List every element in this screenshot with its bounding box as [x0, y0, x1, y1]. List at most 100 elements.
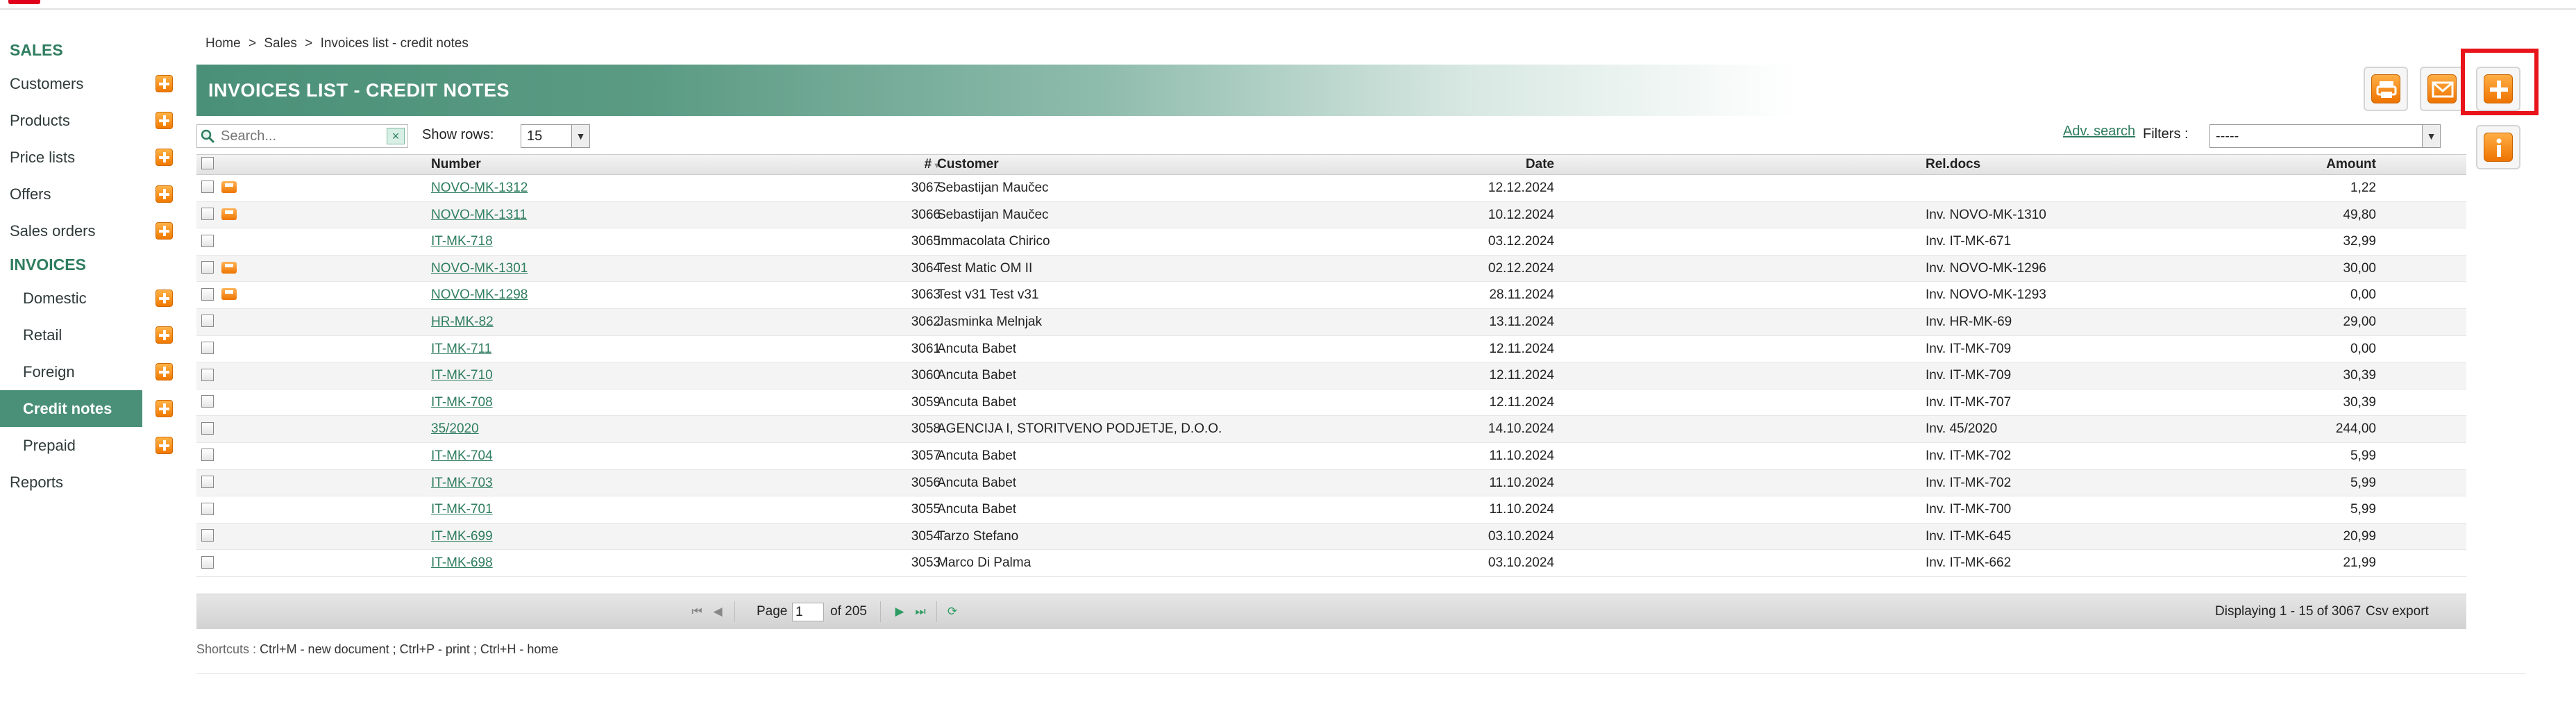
row-id: 3065	[911, 234, 941, 249]
invoice-number-link[interactable]: IT-MK-710	[431, 362, 493, 389]
sidebar-item-credit-notes[interactable]: Credit notes	[0, 390, 173, 427]
last-page-icon[interactable]: ⏭	[913, 604, 928, 619]
add-product-plus-icon[interactable]	[155, 112, 173, 129]
invoice-number-link[interactable]: IT-MK-699	[431, 524, 493, 550]
table-row[interactable]: 3057 IT-MK-704 11.10.2024 Ancuta Babet Inv. …	[196, 443, 2466, 470]
invoice-number-link[interactable]: IT-MK-704	[431, 443, 493, 469]
add-domestic-plus-icon[interactable]	[155, 290, 173, 307]
adv-search-link[interactable]: Adv. search	[2063, 124, 2135, 140]
add-price-list-plus-icon[interactable]	[155, 149, 173, 166]
add-retail-plus-icon[interactable]	[155, 326, 173, 344]
table-row[interactable]: 3055 IT-MK-701 11.10.2024 Ancuta Babet Inv. …	[196, 496, 2466, 524]
invoice-number-link[interactable]: IT-MK-718	[431, 228, 493, 255]
add-customer-plus-icon[interactable]	[155, 75, 173, 92]
invoice-number-link[interactable]: IT-MK-703	[431, 470, 493, 496]
invoice-number-link[interactable]: IT-MK-701	[431, 496, 493, 523]
add-credit-note-plus-icon[interactable]	[155, 400, 173, 417]
sidebar-item-prepaid[interactable]: Prepaid	[0, 427, 180, 464]
table-row[interactable]: 3065 IT-MK-718 03.12.2024 Immacolata Chiric…	[196, 228, 2466, 256]
row-checkbox[interactable]	[201, 496, 214, 523]
row-checkbox[interactable]	[201, 362, 214, 389]
add-sales-order-plus-icon[interactable]	[155, 222, 173, 240]
sidebar-item-retail[interactable]: Retail	[0, 317, 180, 353]
next-page-icon[interactable]: ▶	[892, 604, 907, 619]
breadcrumb-home[interactable]: Home	[205, 36, 241, 51]
sidebar-item-price-lists[interactable]: Price lists	[0, 139, 180, 176]
column-header-id-label: #	[924, 157, 932, 171]
breadcrumb-sales[interactable]: Sales	[264, 36, 297, 51]
invoice-number-link[interactable]: IT-MK-711	[431, 336, 491, 362]
invoice-number-link[interactable]: HR-MK-82	[431, 309, 494, 335]
sidebar-item-foreign[interactable]: Foreign	[0, 353, 180, 390]
sidebar-item-products[interactable]: Products	[0, 102, 180, 139]
row-date: 03.10.2024	[1488, 528, 1554, 544]
invoice-number-link[interactable]: NOVO-MK-1312	[431, 175, 528, 201]
table-row[interactable]: 3067 NOVO-MK-1312 12.12.2024 Sebastijan Mau…	[196, 175, 2466, 202]
info-button[interactable]	[2476, 125, 2520, 169]
first-page-icon[interactable]: ⏮	[689, 604, 705, 619]
invoice-number-link[interactable]: NOVO-MK-1298	[431, 282, 528, 308]
page-input[interactable]: 1	[792, 603, 824, 621]
add-foreign-plus-icon[interactable]	[155, 363, 173, 380]
row-checkbox[interactable]	[201, 416, 214, 442]
row-rel-docs: Inv. IT-MK-662	[1926, 555, 2012, 571]
sidebar-item-domestic[interactable]: Domestic	[0, 280, 180, 317]
printed-icon	[221, 256, 237, 282]
row-checkbox[interactable]	[201, 202, 214, 228]
table-row[interactable]: 3062 HR-MK-82 13.11.2024 Jasminka Melnjak In…	[196, 308, 2466, 336]
row-checkbox[interactable]	[201, 443, 214, 469]
prev-page-icon[interactable]: ◀	[710, 604, 725, 619]
invoice-number-link[interactable]: IT-MK-698	[431, 550, 493, 576]
table-row[interactable]: 3059 IT-MK-708 12.11.2024 Ancuta Babet Inv. …	[196, 390, 2466, 417]
row-checkbox[interactable]	[201, 175, 214, 201]
row-checkbox[interactable]	[201, 470, 214, 496]
row-checkbox[interactable]	[201, 228, 214, 255]
row-customer: Ancuta Babet	[937, 368, 1017, 383]
row-id: 3059	[911, 394, 941, 410]
table-row[interactable]: 3054 IT-MK-699 03.10.2024 Tarzo Stefano Inv.…	[196, 523, 2466, 551]
row-checkbox[interactable]	[201, 309, 214, 335]
table-row[interactable]: 3056 IT-MK-703 11.10.2024 Ancuta Babet Inv. …	[196, 469, 2466, 497]
column-header-amount[interactable]: Amount	[2326, 155, 2376, 174]
invoice-number-link[interactable]: IT-MK-708	[431, 390, 493, 416]
clear-search-icon[interactable]: ×	[387, 128, 405, 144]
sidebar-item-reports[interactable]: Reports	[0, 464, 180, 501]
refresh-icon[interactable]: ⟳	[945, 604, 960, 619]
filters-select[interactable]: ----- ▼	[2209, 124, 2441, 148]
sidebar-item-customers[interactable]: Customers	[0, 65, 180, 102]
add-prepaid-plus-icon[interactable]	[155, 437, 173, 454]
row-checkbox[interactable]	[201, 282, 214, 308]
show-rows-select[interactable]: 15 ▼	[521, 124, 590, 148]
table-row[interactable]: 3053 IT-MK-698 03.10.2024 Marco Di Palma Inv…	[196, 550, 2466, 577]
table-row[interactable]: 3058 35/2020 14.10.2024 AGENCIJA I, STORITV…	[196, 416, 2466, 443]
row-id: 3062	[911, 314, 941, 329]
add-offer-plus-icon[interactable]	[155, 185, 173, 203]
invoice-number-link[interactable]: 35/2020	[431, 416, 479, 442]
select-all-checkbox[interactable]	[201, 155, 214, 174]
invoice-number-link[interactable]: NOVO-MK-1301	[431, 256, 528, 282]
row-checkbox[interactable]	[201, 550, 214, 576]
print-button[interactable]	[2364, 67, 2408, 111]
column-header-number[interactable]: Number	[431, 155, 481, 174]
table-row[interactable]: 3063 NOVO-MK-1298 28.11.2024 Test v31 Test …	[196, 282, 2466, 309]
row-checkbox[interactable]	[201, 524, 214, 550]
column-header-rel-docs[interactable]: Rel.docs	[1926, 155, 1980, 174]
csv-export-link[interactable]: Csv export	[2366, 604, 2429, 619]
row-checkbox[interactable]	[201, 390, 214, 416]
row-checkbox[interactable]	[201, 336, 214, 362]
column-header-date[interactable]: Date	[1526, 155, 1554, 174]
table-row[interactable]: 3066 NOVO-MK-1311 10.12.2024 Sebastijan Mau…	[196, 201, 2466, 229]
row-checkbox[interactable]	[201, 256, 214, 282]
sidebar-item-sales-orders[interactable]: Sales orders	[0, 212, 180, 249]
sidebar-item-offers[interactable]: Offers	[0, 176, 180, 212]
invoice-number-link[interactable]: NOVO-MK-1311	[431, 202, 527, 228]
search-input[interactable]	[221, 127, 370, 145]
table-row[interactable]: 3061 IT-MK-711 12.11.2024 Ancuta Babet Inv. …	[196, 336, 2466, 363]
table-row[interactable]: 3064 NOVO-MK-1301 02.12.2024 Test Matic OM …	[196, 255, 2466, 283]
row-amount: 244,00	[2335, 421, 2376, 437]
email-button[interactable]	[2420, 67, 2464, 111]
table-row[interactable]: 3060 IT-MK-710 12.11.2024 Ancuta Babet Inv. …	[196, 362, 2466, 390]
column-header-customer[interactable]: Customer	[937, 155, 999, 174]
search-icon[interactable]	[200, 128, 215, 144]
row-customer: Ancuta Babet	[937, 502, 1017, 517]
